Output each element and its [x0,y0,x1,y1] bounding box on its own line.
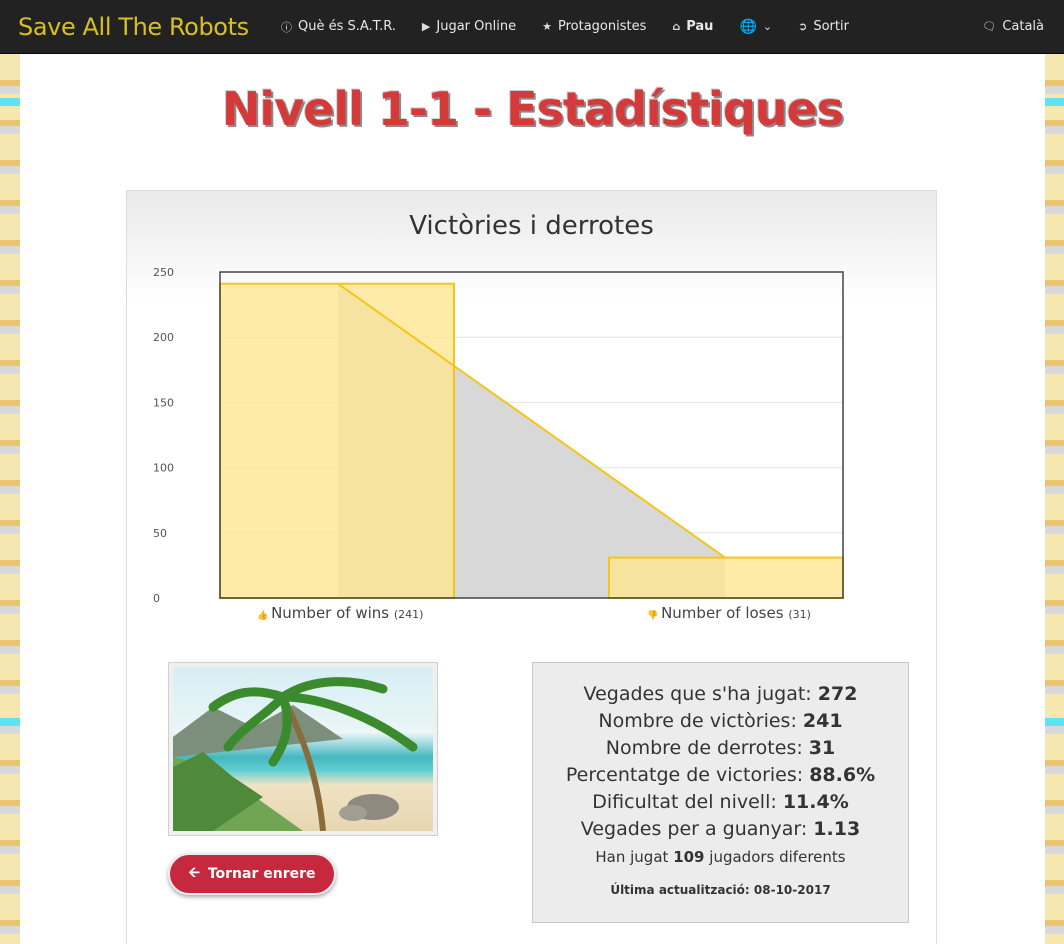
y-tick-label: 250 [153,266,174,279]
last-updated: Última actualització: 08-10-2017 [533,883,908,897]
last-updated-label: Última actualització: [610,883,750,897]
stat-difficulty: Dificultat del nivell: 11.4% [533,789,908,816]
stat-times-played: Vegades que s'ha jugat: 272 [533,681,908,708]
play-icon: ▶ [421,20,431,33]
last-updated-value: 08-10-2017 [753,883,831,897]
globe-icon: 🌐 [739,18,757,35]
stat-loses: Nombre de derrotes: 31 [533,735,908,762]
nav-item-logout[interactable]: ➲ Sortir [785,0,862,54]
players-prefix: Han jugat [595,848,669,866]
stat-tries-to-win: Vegades per a guanyar: 1.13 [533,816,908,843]
y-tick-label: 100 [153,462,174,475]
right-decoration [1045,54,1064,944]
decor-stripe [0,98,20,106]
left-decoration [0,54,20,944]
y-tick-label: 200 [153,331,174,344]
y-tick-label: 50 [153,527,167,540]
stat-value: 88.6% [809,764,876,786]
nav-item-label: Català [1002,19,1044,34]
stats-box: Vegades que s'ha jugat: 272 Nombre de vi… [532,662,909,923]
x-category-label: 👍 Number of wins (241) [257,604,423,622]
stat-label: Nombre de derrotes: [605,737,803,759]
decor-stripe [0,718,20,726]
stat-wins: Nombre de victòries: 241 [533,708,908,735]
stat-label: Percentatge de victories: [565,764,804,786]
stat-label: Dificultat del nivell: [592,791,777,813]
decor-stripe [1045,718,1064,726]
home-icon: ⌂ [672,20,681,33]
page-title: Nivell 1-1 - Estadístiques [221,82,844,136]
players-count: 109 [673,848,705,866]
stat-value: 272 [817,683,858,705]
nav-item-label: Pau [686,19,714,34]
y-tick-label: 0 [153,592,160,605]
stat-value: 241 [802,710,843,732]
level-image-frame [168,662,438,836]
nav-item-label: Protagonistes [557,19,647,34]
players-suffix: jugadors diferents [709,848,846,866]
nav-item-play-online[interactable]: ▶ Jugar Online [409,0,529,54]
decor-stripe [1045,98,1064,106]
main-content: Nivell 1-1 - Estadístiques Victòries i d… [20,54,1045,944]
comments-icon: 🗨 [982,20,997,33]
back-button[interactable]: 🡨 Tornar enrere [168,853,336,895]
stat-label: Vegades que s'ha jugat: [583,683,812,705]
stats-panel: Victòries i derrotes 0 50 100 150 200 250 👍 Nu… [126,190,937,944]
top-navbar: Save All The Robots ⓘ Què és S.A.T.R. ▶ … [0,0,1064,54]
stat-value: 11.4% [782,791,849,813]
x-category-label: 👎 Number of loses (31) [647,604,811,622]
wins-loses-chart: 0 50 100 150 200 250 👍 Number of wins (241) 👎 N… [153,266,844,622]
brand-link[interactable]: Save All The Robots [0,13,268,41]
level-image [173,667,433,831]
arrow-left-icon: 🡨 [188,865,200,881]
star-icon: ★ [542,20,552,33]
sign-out-icon: ➲ [798,20,808,33]
stat-value: 31 [808,737,836,759]
nav-item-label: Jugar Online [436,19,517,34]
bar-1 [608,556,844,599]
stat-win-percentage: Percentatge de victories: 88.6% [533,762,908,789]
players-count-line: Han jugat 109 jugadors diferents [533,846,908,868]
nav-item-label: Què és S.A.T.R. [298,19,396,34]
stat-label: Vegades per a guanyar: [580,818,808,840]
nav-item-language-menu[interactable]: 🌐 ⌄ [726,0,785,54]
stat-value: 1.13 [813,818,861,840]
nav-item-label: Sortir [813,19,849,34]
info-circle-icon: ⓘ [281,20,292,34]
nav-item-characters[interactable]: ★ Protagonistes [529,0,659,54]
y-tick-label: 150 [153,396,174,409]
nav-item-user[interactable]: ⌂ Pau [659,0,726,54]
nav-item-about[interactable]: ⓘ Què és S.A.T.R. [268,0,409,54]
nav-item-catala[interactable]: 🗨 Català [969,0,1064,54]
back-button-label: Tornar enrere [207,866,316,882]
chevron-down-icon: ⌄ [762,20,773,33]
bar-0 [219,282,455,600]
stat-label: Nombre de victòries: [598,710,797,732]
